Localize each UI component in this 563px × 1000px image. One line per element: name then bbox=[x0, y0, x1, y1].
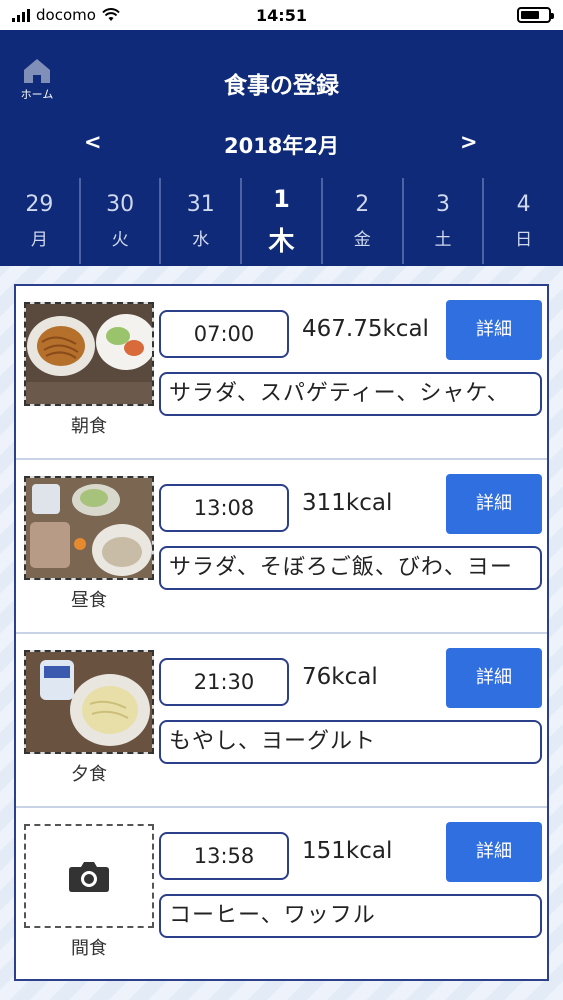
month-nav: < 2018年2月 > bbox=[0, 130, 563, 160]
day-number: 30 bbox=[106, 192, 135, 217]
next-month-button[interactable]: > bbox=[460, 130, 478, 154]
day-number: 1 bbox=[273, 184, 290, 213]
day-item-selected[interactable]: 1 木 bbox=[242, 178, 323, 264]
meal-label: 昼食 bbox=[71, 590, 107, 611]
add-photo-button[interactable] bbox=[24, 824, 154, 928]
day-number: 31 bbox=[186, 192, 215, 217]
meal-row-lunch: 昼食 13:08 311kcal 詳細 サラダ、そぼろご飯、びわ、ヨー bbox=[16, 460, 547, 634]
day-selector: 29 月 30 火 31 水 1 木 2 金 3 土 4 日 bbox=[0, 178, 563, 264]
camera-icon bbox=[69, 862, 109, 892]
day-item[interactable]: 4 日 bbox=[484, 178, 563, 264]
detail-button[interactable]: 詳細 bbox=[446, 648, 542, 708]
meal-calories: 151kcal bbox=[302, 838, 393, 864]
meal-time-field[interactable]: 21:30 bbox=[159, 658, 289, 706]
meal-row-breakfast: 朝食 07:00 467.75kcal 詳細 サラダ、スパゲティー、シャケ、 bbox=[16, 286, 547, 460]
day-weekday: 月 bbox=[30, 230, 48, 250]
meal-time-field[interactable]: 13:08 bbox=[159, 484, 289, 532]
meal-photo-image bbox=[26, 304, 152, 404]
page-title: 食事の登録 bbox=[224, 73, 339, 99]
meal-calories: 467.75kcal bbox=[302, 316, 429, 342]
day-item[interactable]: 30 火 bbox=[81, 178, 162, 264]
carrier-label: docomo bbox=[36, 6, 96, 24]
meal-time-field[interactable]: 13:58 bbox=[159, 832, 289, 880]
meal-foods-field[interactable]: コーヒー、ワッフル bbox=[159, 894, 542, 938]
month-label: 2018年2月 bbox=[223, 134, 340, 158]
day-item[interactable]: 2 金 bbox=[323, 178, 404, 264]
wifi-icon bbox=[102, 8, 120, 21]
detail-button[interactable]: 詳細 bbox=[446, 474, 542, 534]
day-weekday: 火 bbox=[111, 230, 129, 250]
meal-label: 夕食 bbox=[71, 764, 107, 785]
status-bar: docomo 14:51 bbox=[0, 0, 563, 30]
day-item[interactable]: 3 土 bbox=[404, 178, 485, 264]
meal-photo-image bbox=[26, 652, 152, 752]
day-number: 3 bbox=[435, 192, 450, 217]
day-weekday: 土 bbox=[434, 230, 452, 250]
meal-photo[interactable] bbox=[24, 650, 154, 754]
meal-photo-image bbox=[26, 478, 152, 578]
day-number: 2 bbox=[355, 192, 370, 217]
detail-button[interactable]: 詳細 bbox=[446, 300, 542, 360]
meal-photo[interactable] bbox=[24, 476, 154, 580]
meal-foods-field[interactable]: サラダ、そぼろご飯、びわ、ヨー bbox=[159, 546, 542, 590]
meal-foods-field[interactable]: サラダ、スパゲティー、シャケ、 bbox=[159, 372, 542, 416]
day-weekday: 日 bbox=[515, 230, 533, 250]
header: ホーム 食事の登録 < 2018年2月 > 29 月 30 火 31 水 1 木… bbox=[0, 30, 563, 266]
meal-label: 朝食 bbox=[71, 416, 107, 437]
meal-photo[interactable] bbox=[24, 302, 154, 406]
day-number: 29 bbox=[25, 192, 54, 217]
meal-label: 間食 bbox=[71, 938, 107, 959]
battery-icon bbox=[517, 7, 554, 23]
meal-list: 朝食 07:00 467.75kcal 詳細 サラダ、スパゲティー、シャケ、 昼… bbox=[14, 284, 549, 981]
day-number: 4 bbox=[516, 192, 531, 217]
day-weekday: 金 bbox=[353, 230, 371, 250]
meal-time-field[interactable]: 07:00 bbox=[159, 310, 289, 358]
meal-foods-field[interactable]: もやし、ヨーグルト bbox=[159, 720, 542, 764]
meal-calories: 76kcal bbox=[302, 664, 378, 690]
detail-button[interactable]: 詳細 bbox=[446, 822, 542, 882]
day-weekday: 水 bbox=[192, 230, 210, 250]
day-weekday: 木 bbox=[268, 226, 295, 257]
meal-row-dinner: 夕食 21:30 76kcal 詳細 もやし、ヨーグルト bbox=[16, 634, 547, 808]
day-item[interactable]: 29 月 bbox=[0, 178, 81, 264]
day-item[interactable]: 31 水 bbox=[161, 178, 243, 264]
meal-row-snack: 間食 13:58 151kcal 詳細 コーヒー、ワッフル bbox=[16, 808, 547, 980]
signal-icon bbox=[12, 8, 30, 22]
meal-calories: 311kcal bbox=[302, 490, 393, 516]
